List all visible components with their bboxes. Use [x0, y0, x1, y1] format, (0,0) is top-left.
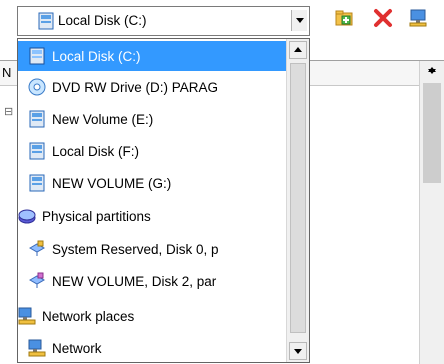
- dropdown-item-new-volume-e[interactable]: New Volume (E:): [18, 104, 296, 134]
- dropdown-item-label: Physical partitions: [42, 208, 151, 224]
- dropdown-item-new-volume-disk2[interactable]: NEW VOLUME, Disk 2, par: [18, 266, 296, 296]
- dropdown-item-network[interactable]: Network: [18, 333, 296, 362]
- dropdown-item-local-disk-f[interactable]: Local Disk (F:): [18, 136, 296, 166]
- scroll-up-button[interactable]: [289, 41, 307, 59]
- dropdown-item-network-places[interactable]: Network places: [18, 301, 286, 331]
- physical-partitions-icon: [18, 209, 36, 224]
- dropdown-item-label: New Volume (E:): [52, 111, 154, 127]
- delete-icon[interactable]: [373, 8, 393, 28]
- hard-disk-icon: [29, 142, 45, 160]
- scroll-down-icon: [294, 349, 302, 354]
- list-header-label: N: [2, 65, 12, 80]
- combobox-selected-label: Local Disk (C:): [58, 13, 147, 28]
- hard-disk-icon: [29, 174, 45, 192]
- dropdown-scrollbar[interactable]: [286, 39, 309, 362]
- scroll-down-button[interactable]: [289, 342, 307, 360]
- dvd-drive-icon: [28, 78, 46, 96]
- scroll-thumb[interactable]: [290, 63, 306, 333]
- location-combobox[interactable]: Local Disk (C:): [17, 6, 310, 36]
- dropdown-item-local-disk-c[interactable]: Local Disk (C:): [18, 41, 296, 71]
- hard-disk-icon: [29, 110, 45, 128]
- dropdown-item-label: NEW VOLUME (G:): [52, 175, 172, 191]
- partition-icon: [28, 272, 46, 288]
- dropdown-item-label: NEW VOLUME, Disk 2, par: [52, 273, 217, 289]
- scroll-up-icon: [294, 47, 302, 52]
- dropdown-item-physical-partitions[interactable]: Physical partitions: [18, 201, 286, 231]
- scroll-thumb[interactable]: [423, 83, 441, 183]
- network-places-icon: [18, 307, 36, 325]
- network-drive-icon[interactable]: [408, 8, 428, 28]
- new-folder-icon[interactable]: [335, 8, 355, 28]
- combobox-dropdown-button[interactable]: [291, 10, 307, 31]
- hard-disk-icon: [29, 47, 45, 65]
- dropdown-item-label: Network places: [42, 308, 135, 324]
- location-dropdown-list[interactable]: Local Disk (C:) DVD RW Drive (D:) PARAG …: [17, 38, 310, 363]
- chevron-down-icon: [296, 18, 304, 23]
- dropdown-item-label: Network: [52, 340, 102, 356]
- dropdown-item-label: System Reserved, Disk 0, p: [52, 241, 219, 257]
- partition-icon: [28, 240, 46, 256]
- network-icon: [28, 339, 46, 357]
- scroll-down-icon[interactable]: [428, 69, 436, 74]
- list-scrollbar[interactable]: [419, 61, 444, 364]
- hard-disk-icon: [38, 12, 54, 30]
- dropdown-item-system-reserved[interactable]: System Reserved, Disk 0, p: [18, 234, 296, 264]
- tree-expander-icon[interactable]: ⊟: [4, 105, 13, 118]
- dropdown-item-dvd-drive[interactable]: DVD RW Drive (D:) PARAG: [18, 72, 296, 102]
- dropdown-item-label: DVD RW Drive (D:) PARAG: [52, 79, 219, 95]
- dropdown-item-new-volume-g[interactable]: NEW VOLUME (G:): [18, 168, 296, 198]
- dropdown-item-label: Local Disk (F:): [52, 143, 140, 159]
- dropdown-item-label: Local Disk (C:): [52, 48, 141, 64]
